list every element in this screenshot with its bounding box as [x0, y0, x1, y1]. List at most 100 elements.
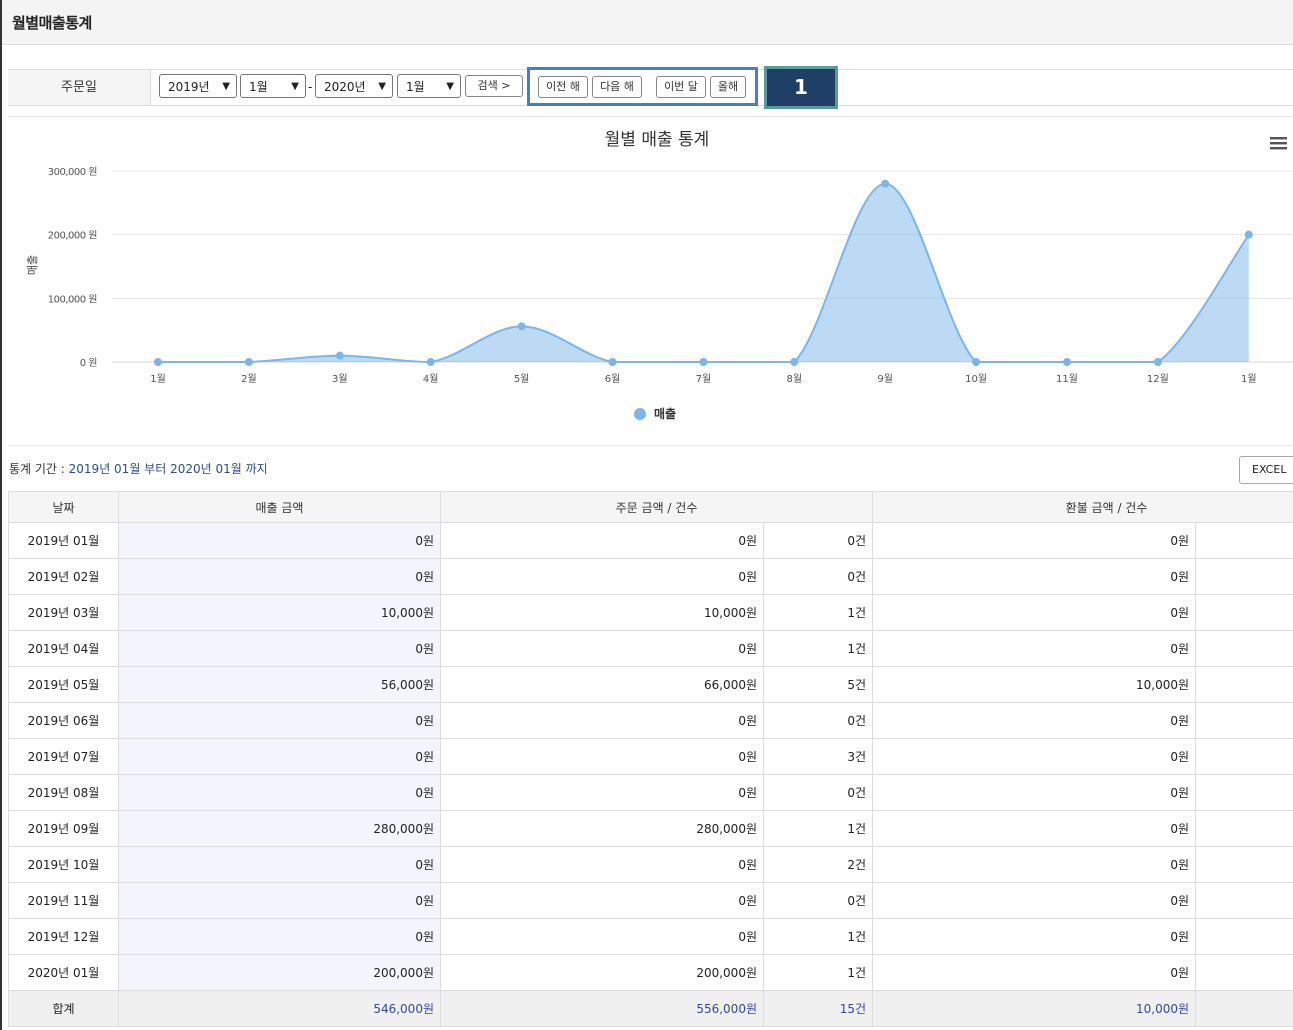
header-refund-amount-count: 환불 금액 / 건수	[872, 491, 1293, 523]
cell-date: 2019년 01월	[8, 522, 119, 559]
cell-refund-amount: 10,000원	[872, 990, 1197, 1027]
quick-range-highlight	[527, 67, 758, 106]
cell-date: 2019년 08월	[8, 774, 119, 811]
cell-date: 2019년 07월	[8, 738, 119, 775]
cell-refund-count: 4건	[1195, 990, 1293, 1027]
cell-refund-amount: 0원	[872, 810, 1197, 847]
cell-date: 2019년 11월	[8, 882, 119, 919]
data-point[interactable]	[244, 358, 253, 366]
cell-order-amount: 0원	[440, 738, 764, 775]
cell-order-count: 0건	[762, 558, 874, 595]
cell-order-count: 1건	[762, 918, 874, 955]
header-date: 날짜	[8, 491, 119, 523]
cell-refund-amount: 0원	[872, 630, 1197, 667]
start-month-select[interactable]: 1월 ▼	[240, 74, 306, 98]
cell-order-amount: 0원	[440, 702, 764, 739]
cell-refund-amount: 0원	[872, 738, 1197, 775]
header-order-amount-count: 주문 금액 / 건수	[439, 491, 874, 523]
cell-order-amount: 0원	[440, 558, 764, 595]
cell-date: 합계	[8, 990, 119, 1027]
cell-sales-amount: 0원	[118, 558, 441, 595]
data-point[interactable]	[881, 179, 890, 188]
y-axis-label: 매출	[26, 255, 39, 275]
start-month-value: 1월	[249, 80, 268, 94]
table-row: 2019년 04월0원0원1건0원0건	[8, 630, 1293, 667]
data-point[interactable]	[1153, 358, 1162, 366]
chart-legend[interactable]: 매출	[634, 406, 676, 421]
y-tick-label: 0 원	[80, 357, 98, 369]
cell-sales-amount: 0원	[118, 630, 441, 667]
y-tick-label: 300,000 원	[48, 166, 98, 178]
cell-sales-amount: 0원	[118, 522, 441, 559]
data-point[interactable]	[699, 358, 708, 366]
cell-order-count: 15건	[762, 990, 874, 1027]
cell-sales-amount: 0원	[118, 774, 441, 811]
end-month-select[interactable]: 1월 ▼	[397, 74, 461, 98]
cell-order-count: 2건	[762, 846, 874, 883]
cell-sales-amount: 56,000원	[118, 666, 441, 703]
legend-marker	[634, 408, 646, 420]
header-sales-amount: 매출 금액	[118, 491, 441, 523]
end-year-select[interactable]: 2020년 ▼	[315, 74, 393, 98]
cell-date: 2019년 04월	[8, 630, 119, 667]
cell-refund-count: 4건	[1195, 666, 1293, 703]
y-tick-label: 200,000 원	[48, 230, 98, 242]
cell-order-amount: 10,000원	[440, 594, 764, 631]
hamburger-menu-icon[interactable]	[1270, 137, 1287, 150]
x-tick-label: 1월	[1241, 373, 1257, 385]
search-button[interactable]: 검색 >	[465, 75, 523, 97]
data-point[interactable]	[790, 358, 799, 366]
chart-svg: 월별 매출 통계 매출 0 원 100,000 원 200,000 원 300,000…	[26, 130, 1293, 421]
x-tick-label: 10월	[965, 373, 987, 385]
data-point[interactable]	[335, 351, 344, 360]
cell-order-amount: 0원	[440, 846, 764, 883]
cell-refund-amount: 0원	[872, 702, 1197, 739]
cell-refund-amount: 0원	[872, 522, 1197, 559]
cell-date: 2019년 02월	[8, 558, 119, 595]
cell-sales-amount: 0원	[118, 918, 441, 955]
cell-order-amount: 0원	[440, 774, 764, 811]
title-bar: 월별매출통계	[2, 0, 1293, 45]
excel-download-button[interactable]: EXCEL >	[1239, 456, 1293, 502]
cell-sales-amount: 0원	[118, 882, 441, 919]
range-separator: -	[308, 80, 313, 94]
cell-order-count: 5건	[762, 666, 874, 703]
table-row: 2019년 07월0원0원3건0원0건	[8, 738, 1293, 775]
x-tick-label: 3월	[332, 373, 348, 385]
table-row: 2019년 06월0원0원0건0원0건	[8, 702, 1293, 739]
x-tick-label: 12월	[1147, 373, 1169, 385]
data-point[interactable]	[1063, 358, 1071, 366]
x-tick-label: 9월	[877, 373, 893, 385]
cell-order-count: 0건	[762, 774, 874, 811]
sales-line	[158, 182, 1250, 364]
table-row: 2019년 01월0원0원0건0원0건	[8, 522, 1293, 559]
cell-order-count: 1건	[762, 594, 874, 631]
data-point[interactable]	[154, 358, 162, 366]
end-month-value: 1월	[406, 80, 425, 94]
page-title: 월별매출통계	[12, 14, 92, 32]
cell-order-count: 3건	[762, 738, 874, 775]
cell-refund-count: 0건	[1195, 918, 1293, 955]
data-point[interactable]	[517, 322, 526, 331]
table-row: 2019년 09월280,000원280,000원1건0원0건	[8, 810, 1293, 847]
cell-refund-count: 0건	[1195, 738, 1293, 775]
data-point[interactable]	[608, 358, 617, 366]
cell-date: 2019년 06월	[8, 702, 119, 739]
table-row: 2019년 08월0원0원0건0원0건	[8, 774, 1293, 811]
start-year-value: 2019년	[168, 80, 210, 94]
data-point[interactable]	[1244, 230, 1253, 239]
table-row: 2019년 12월0원0원1건0원0건	[8, 918, 1293, 955]
period-prefix: 통계 기간 :	[9, 462, 69, 476]
cell-order-count: 1건	[762, 630, 874, 667]
cell-sales-amount: 200,000원	[118, 954, 441, 991]
cell-sales-amount: 0원	[118, 738, 441, 775]
monthly-sales-chart: 월별 매출 통계 매출 0 원 100,000 원 200,000 원 300,000…	[8, 116, 1293, 446]
cell-refund-count: 0건	[1195, 630, 1293, 667]
statistics-period: 통계 기간 : 2019년 01월 부터 2020년 01월 까지	[9, 460, 268, 477]
window-left-border	[0, 0, 2, 1030]
data-point[interactable]	[426, 358, 435, 366]
start-year-select[interactable]: 2019년 ▼	[159, 74, 237, 98]
data-point[interactable]	[972, 358, 981, 366]
cell-sales-amount: 0원	[118, 846, 441, 883]
table-row: 2019년 10월0원0원2건0원0건	[8, 846, 1293, 883]
